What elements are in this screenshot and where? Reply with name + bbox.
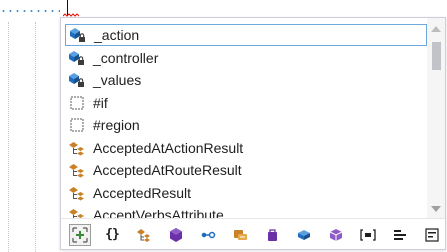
snippet-icon [68,116,86,134]
snippet-icon [68,94,86,112]
class-icon [68,139,86,157]
completion-item-label: _action [94,27,140,43]
scrollbar-thumb[interactable] [432,42,441,70]
completion-item-label: #if [93,94,108,111]
private-field-icon [68,49,86,67]
completion-scrollbar[interactable] [427,18,445,218]
completion-list[interactable]: _action _controller _values #if #region Accep… [61,18,427,218]
struct-filter-button[interactable] [261,224,283,246]
completion-filter-toolbar: {} [61,218,445,250]
completion-item[interactable]: _action [65,24,427,46]
class-icon [68,161,86,179]
field-icon [298,229,310,240]
enum-icon [329,228,343,241]
namespace-filter-button[interactable]: {} [101,224,123,246]
snippet-brackets-icon [360,228,376,241]
class-icon [68,206,86,218]
class-icon [137,228,150,242]
namespace-braces-icon: {} [105,227,120,242]
enum-filter-button[interactable] [325,224,347,246]
completion-item-label: AcceptedResult [93,184,192,201]
completion-item-label: _controller [93,49,159,66]
keyword-icon [394,229,406,240]
completion-item-label: AcceptVerbsAttribute [93,207,224,218]
completion-item-label: AcceptedAtActionResult [93,139,244,156]
keyword-filter-button[interactable] [389,224,411,246]
completion-item[interactable]: AcceptedAtActionResult [65,137,427,159]
struct-icon [268,228,277,241]
snippet-filter-button[interactable] [357,224,379,246]
completion-item[interactable]: AcceptVerbsAttribute [65,204,427,218]
add-items-icon [72,226,88,243]
class-filter-button[interactable] [133,224,155,246]
expander-filter-button[interactable] [69,223,91,246]
local-filter-button[interactable] [421,224,443,246]
scroll-up-arrow-icon[interactable] [431,26,441,32]
completion-item[interactable]: AcceptedAtRouteResult [65,159,427,181]
completion-item[interactable]: AcceptedResult [65,182,427,204]
local-icon [425,227,439,242]
intellisense-popup[interactable]: _action _controller _values #if #region Accep… [60,17,446,250]
class-icon [68,184,86,202]
delegate-filter-button[interactable] [229,224,251,246]
completion-item-label: #region [93,117,140,133]
completion-item[interactable]: _controller [65,47,427,69]
method-icon [170,227,182,242]
indent-dots [0,10,60,12]
interface-icon [201,231,216,238]
completion-item[interactable]: _values [65,69,427,91]
completion-item-label: _values [93,72,142,88]
indent-guide [35,22,36,252]
scroll-down-arrow-icon[interactable] [431,206,441,212]
private-field-icon [68,71,86,89]
method-filter-button[interactable] [165,224,187,246]
indent-guide [8,22,9,252]
completion-item-label: AcceptedAtRouteResult [93,162,242,178]
private-field-icon [69,26,87,44]
completion-item[interactable]: #region [65,114,427,136]
interface-filter-button[interactable] [197,224,219,246]
completion-item[interactable]: #if [65,92,427,114]
delegate-icon [234,229,247,240]
field-filter-button[interactable] [293,224,315,246]
